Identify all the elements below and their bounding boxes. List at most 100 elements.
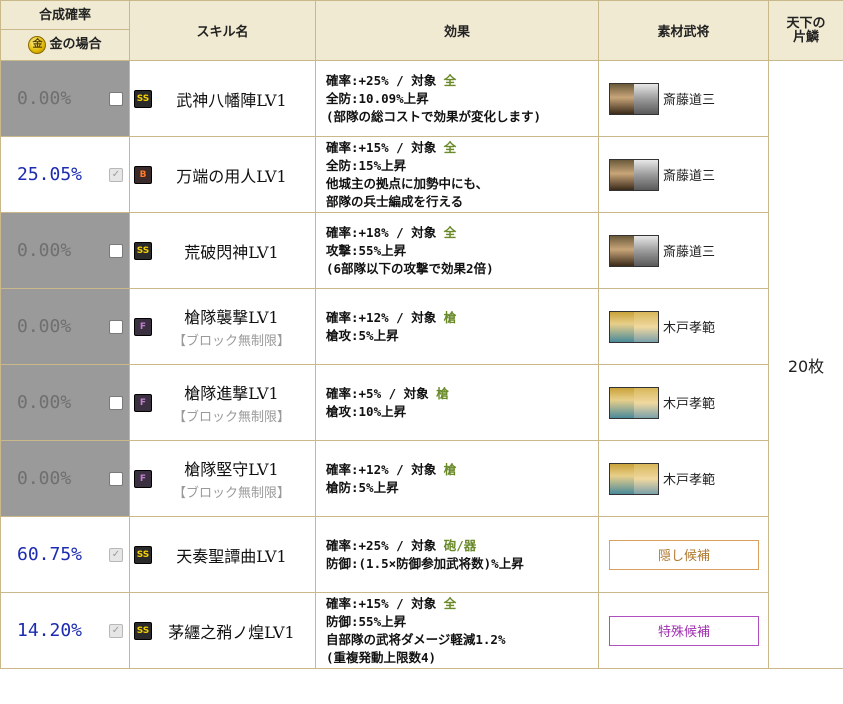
effect-line: (6部隊以下の攻撃で効果2倍): [326, 260, 588, 278]
material-general[interactable]: 木戸孝範: [609, 310, 758, 343]
effect-line: 槍攻:10%上昇: [326, 403, 588, 421]
rank-badge-icon: B: [134, 165, 152, 184]
skill-name: 武神八幡陣LV1: [176, 90, 287, 110]
rank-badge-icon: SS: [134, 89, 152, 108]
effect-line: (重複発動上限数4): [326, 649, 588, 667]
effect-line: 確率:+25% / 対象 砲/器: [326, 537, 588, 555]
skill-cell: F 槍隊進撃LV1 【ブロック無制限】: [129, 364, 316, 441]
table-row: 60.75% ✓ SS 天奏聖譚曲LV1 確率:+25% / 対象 砲/器 防御:(1.5…: [0, 516, 843, 593]
material-general[interactable]: 斎藤道三: [609, 82, 758, 115]
material-cell: 木戸孝範: [598, 440, 769, 517]
effect-target: 槍: [443, 309, 457, 325]
skill-synthesis-table: 合成確率 金 金の場合 スキル名 効果 素材武将 天下の 片鱗 0.00% SS 武…: [0, 0, 843, 669]
material-general[interactable]: 木戸孝範: [609, 462, 758, 495]
table-row: 14.20% ✓ SS 茅纒之矟ノ煌LV1 確率:+15% / 対象 全防御:55%上昇…: [0, 592, 843, 669]
material-general[interactable]: 木戸孝範: [609, 386, 758, 419]
skill-text: 万端の用人LV1: [152, 163, 311, 187]
gold-coin-icon: 金: [28, 36, 47, 54]
table-row: 25.05% ✓ B 万端の用人LV1 確率:+15% / 対象 全全防:15%上昇 他城…: [0, 136, 843, 213]
general-name: 木戸孝範: [663, 397, 716, 412]
general-portrait-icon[interactable]: [609, 386, 659, 419]
general-portrait-icon[interactable]: [609, 462, 659, 495]
general-portrait-icon[interactable]: [609, 82, 659, 115]
effect-text: (6部隊以下の攻撃で効果2倍): [326, 260, 494, 276]
general-name: 斎藤道三: [663, 93, 716, 108]
table-row: 0.00% F 槍隊進撃LV1 【ブロック無制限】 確率:+5% / 対象 槍槍攻:10…: [0, 364, 843, 441]
effect-cell: 確率:+5% / 対象 槍槍攻:10%上昇: [315, 364, 599, 441]
rank-badge-icon: SS: [134, 545, 152, 564]
rate-value: 0.00%: [17, 392, 72, 413]
effect-cell: 確率:+15% / 対象 全全防:15%上昇 他城主の拠点に加勢中にも、 部隊の兵士…: [315, 136, 599, 213]
effect-text: 確率:+15% / 対象: [326, 595, 444, 611]
rate-cell: 0.00%: [0, 364, 130, 441]
effect-cell: 確率:+12% / 対象 槍槍防:5%上昇: [315, 440, 599, 517]
rate-wrap: 60.75% ✓: [1, 517, 129, 592]
rate-wrap: 25.05% ✓: [1, 137, 129, 212]
effect-text: 確率:+25% / 対象: [326, 72, 444, 88]
material-cell: 木戸孝範: [598, 364, 769, 441]
rate-value: 25.05%: [17, 164, 83, 185]
skill-name: 天奏聖譚曲LV1: [176, 546, 287, 566]
select-checkbox[interactable]: [109, 91, 123, 106]
effect-text: 全防:10.09%上昇: [326, 90, 429, 106]
skill-text: 槍隊堅守LV1 【ブロック無制限】: [152, 456, 311, 501]
header-effect: 効果: [315, 0, 599, 61]
table-header-row: 合成確率 金 金の場合 スキル名 効果 素材武将 天下の 片鱗: [0, 0, 843, 61]
effect-text: 部隊の兵士編成を行える: [326, 193, 464, 209]
effect-line: 確率:+12% / 対象 槍: [326, 461, 588, 479]
material-cell: 木戸孝範: [598, 288, 769, 365]
general-name: 木戸孝範: [663, 473, 716, 488]
effect-line: 部隊の兵士編成を行える: [326, 193, 588, 211]
skill-cell: SS 武神八幡陣LV1: [129, 60, 316, 137]
select-checkbox[interactable]: ✓: [109, 623, 123, 638]
select-checkbox[interactable]: ✓: [109, 547, 123, 562]
rate-wrap: 0.00%: [1, 213, 129, 288]
general-portrait-icon[interactable]: [609, 158, 659, 191]
effect-target: 砲/器: [443, 537, 477, 553]
select-checkbox[interactable]: ✓: [109, 167, 123, 182]
rank-badge-icon: F: [134, 393, 152, 412]
general-name: 木戸孝範: [663, 321, 716, 336]
rate-cell: 0.00%: [0, 60, 130, 137]
table-row: 0.00% SS 荒破閃神LV1 確率:+18% / 対象 全攻撃:55%上昇 (6部隊…: [0, 212, 843, 289]
skill-note: 【ブロック無制限】: [172, 486, 290, 501]
effect-line: 確率:+15% / 対象 全: [326, 595, 588, 613]
effect-target: 槍: [436, 385, 449, 401]
general-portrait-icon[interactable]: [609, 234, 659, 267]
special-candidate-button[interactable]: 特殊候補: [609, 615, 759, 646]
skill-text: 槍隊襲撃LV1 【ブロック無制限】: [152, 304, 311, 349]
effect-cell: 確率:+25% / 対象 全全防:10.09%上昇 (部隊の総コストで効果が変化し…: [315, 60, 599, 137]
select-checkbox[interactable]: [109, 243, 123, 258]
general-name: 斎藤道三: [663, 169, 716, 184]
effect-text: 確率:+12% / 対象: [326, 309, 444, 325]
effect-target: 全: [443, 72, 457, 88]
effect-text: 槍攻:10%上昇: [326, 403, 407, 419]
select-checkbox[interactable]: [109, 319, 123, 334]
select-checkbox[interactable]: [109, 395, 123, 410]
rate-value: 0.00%: [17, 468, 72, 489]
skill-name: 槍隊襲撃LV1: [184, 308, 279, 327]
effect-text: 確率:+25% / 対象: [326, 537, 444, 553]
effect-line: 攻撃:55%上昇: [326, 242, 588, 260]
skill-cell: F 槍隊堅守LV1 【ブロック無制限】: [129, 440, 316, 517]
skill-wrap: F 槍隊堅守LV1 【ブロック無制限】: [134, 441, 311, 516]
effect-line: (部隊の総コストで効果が変化します): [326, 108, 588, 126]
rank-badge-icon: F: [134, 317, 152, 336]
effect-text: (重複発動上限数4): [326, 649, 437, 665]
rate-cell: 60.75% ✓: [0, 516, 130, 593]
material-cell: 斎藤道三: [598, 136, 769, 213]
skill-cell: B 万端の用人LV1: [129, 136, 316, 213]
header-rate: 合成確率 金 金の場合: [0, 0, 130, 61]
material-general[interactable]: 斎藤道三: [609, 158, 758, 191]
select-checkbox[interactable]: [109, 471, 123, 486]
material-cell: 斎藤道三: [598, 212, 769, 289]
material-general[interactable]: 斎藤道三: [609, 234, 758, 267]
header-tenka-line2: 片鱗: [792, 29, 819, 45]
general-portrait-icon[interactable]: [609, 310, 659, 343]
skill-cell: SS 天奏聖譚曲LV1: [129, 516, 316, 593]
rate-wrap: 0.00%: [1, 365, 129, 440]
material-cell: 隠し候補: [598, 516, 769, 593]
skill-wrap: F 槍隊襲撃LV1 【ブロック無制限】: [134, 289, 311, 364]
rate-cell: 0.00%: [0, 288, 130, 365]
hidden-candidate-button[interactable]: 隠し候補: [609, 539, 759, 570]
